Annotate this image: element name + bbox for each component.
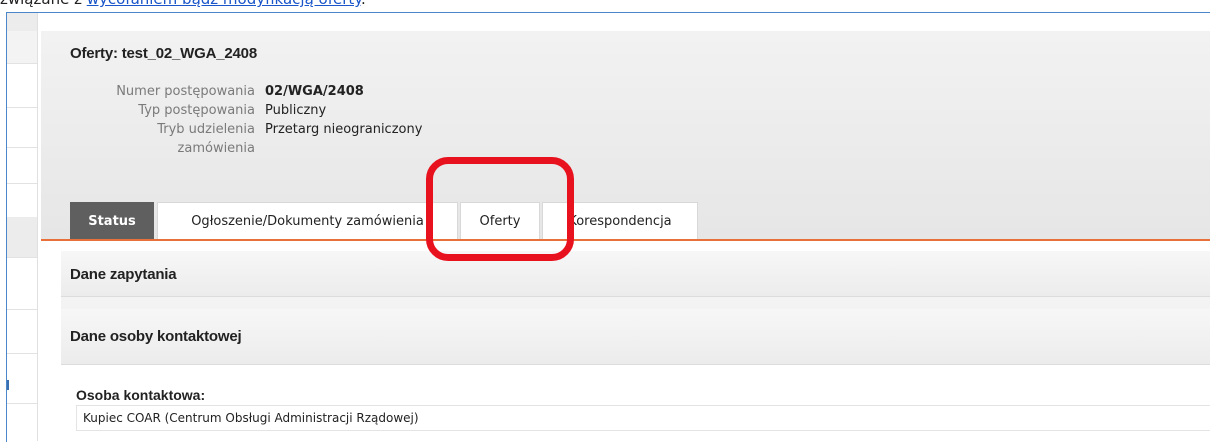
sidebar [7,13,38,441]
procurement-mode-label-line2: zamówienia [177,141,255,156]
contact-section-title: Dane osoby kontaktowej [70,328,242,345]
instruction-text: związane z wycofaniem bądź modyfikacją o… [0,0,1210,12]
instruction-suffix: . [361,0,366,8]
sidebar-item[interactable] [7,107,37,148]
header-divider [41,239,1210,241]
contact-person-value: Kupiec COAR (Centrum Obsługi Administrac… [76,405,1210,431]
tab-announcement-documents[interactable]: Ogłoszenie/Dokumenty zamówienia [157,202,458,240]
inquiry-section-title: Dane zapytania [70,266,177,283]
contact-details: Osoba kontaktowa: Kupiec COAR (Centrum O… [61,365,1210,441]
sidebar-item[interactable] [7,309,37,354]
instruction-link[interactable]: wycofaniem bądź modyfikacją oferty [87,0,361,8]
contact-section-header[interactable]: Dane osoby kontaktowej [61,309,1210,365]
instruction-prefix: związane z [0,0,87,8]
procedure-type-label: Typ postępowania [138,103,255,118]
highlight-annotation [426,157,574,261]
sidebar-item[interactable] [7,63,37,108]
sidebar-item[interactable] [7,257,37,310]
tab-status[interactable]: Status [70,202,154,240]
section-gap [61,297,1210,309]
procurement-mode-label: Tryb udzielenia [157,122,255,137]
procedure-type-value: Publiczny [265,103,327,118]
app-window: Oferty: test_02_WGA_2408 Numer postępowa… [6,12,1210,442]
page-title: Oferty: test_02_WGA_2408 [70,45,257,62]
sidebar-item[interactable] [7,183,37,218]
offer-header: Oferty: test_02_WGA_2408 Numer postępowa… [41,31,1210,240]
sidebar-header [7,13,37,32]
sidebar-item[interactable] [7,31,37,64]
sidebar-item[interactable] [7,353,37,404]
procedure-number-value: 02/WGA/2408 [265,84,364,99]
sidebar-item[interactable] [7,147,37,184]
inquiry-section-header[interactable]: Dane zapytania [61,251,1210,297]
contact-person-label: Osoba kontaktowa: [76,387,206,403]
procurement-mode-value: Przetarg nieograniczony [265,122,423,137]
sidebar-active-marker [7,380,9,390]
main-panel: Oferty: test_02_WGA_2408 Numer postępowa… [41,13,1210,441]
sidebar-item[interactable] [7,217,37,258]
procedure-number-label: Numer postępowania [116,84,255,99]
